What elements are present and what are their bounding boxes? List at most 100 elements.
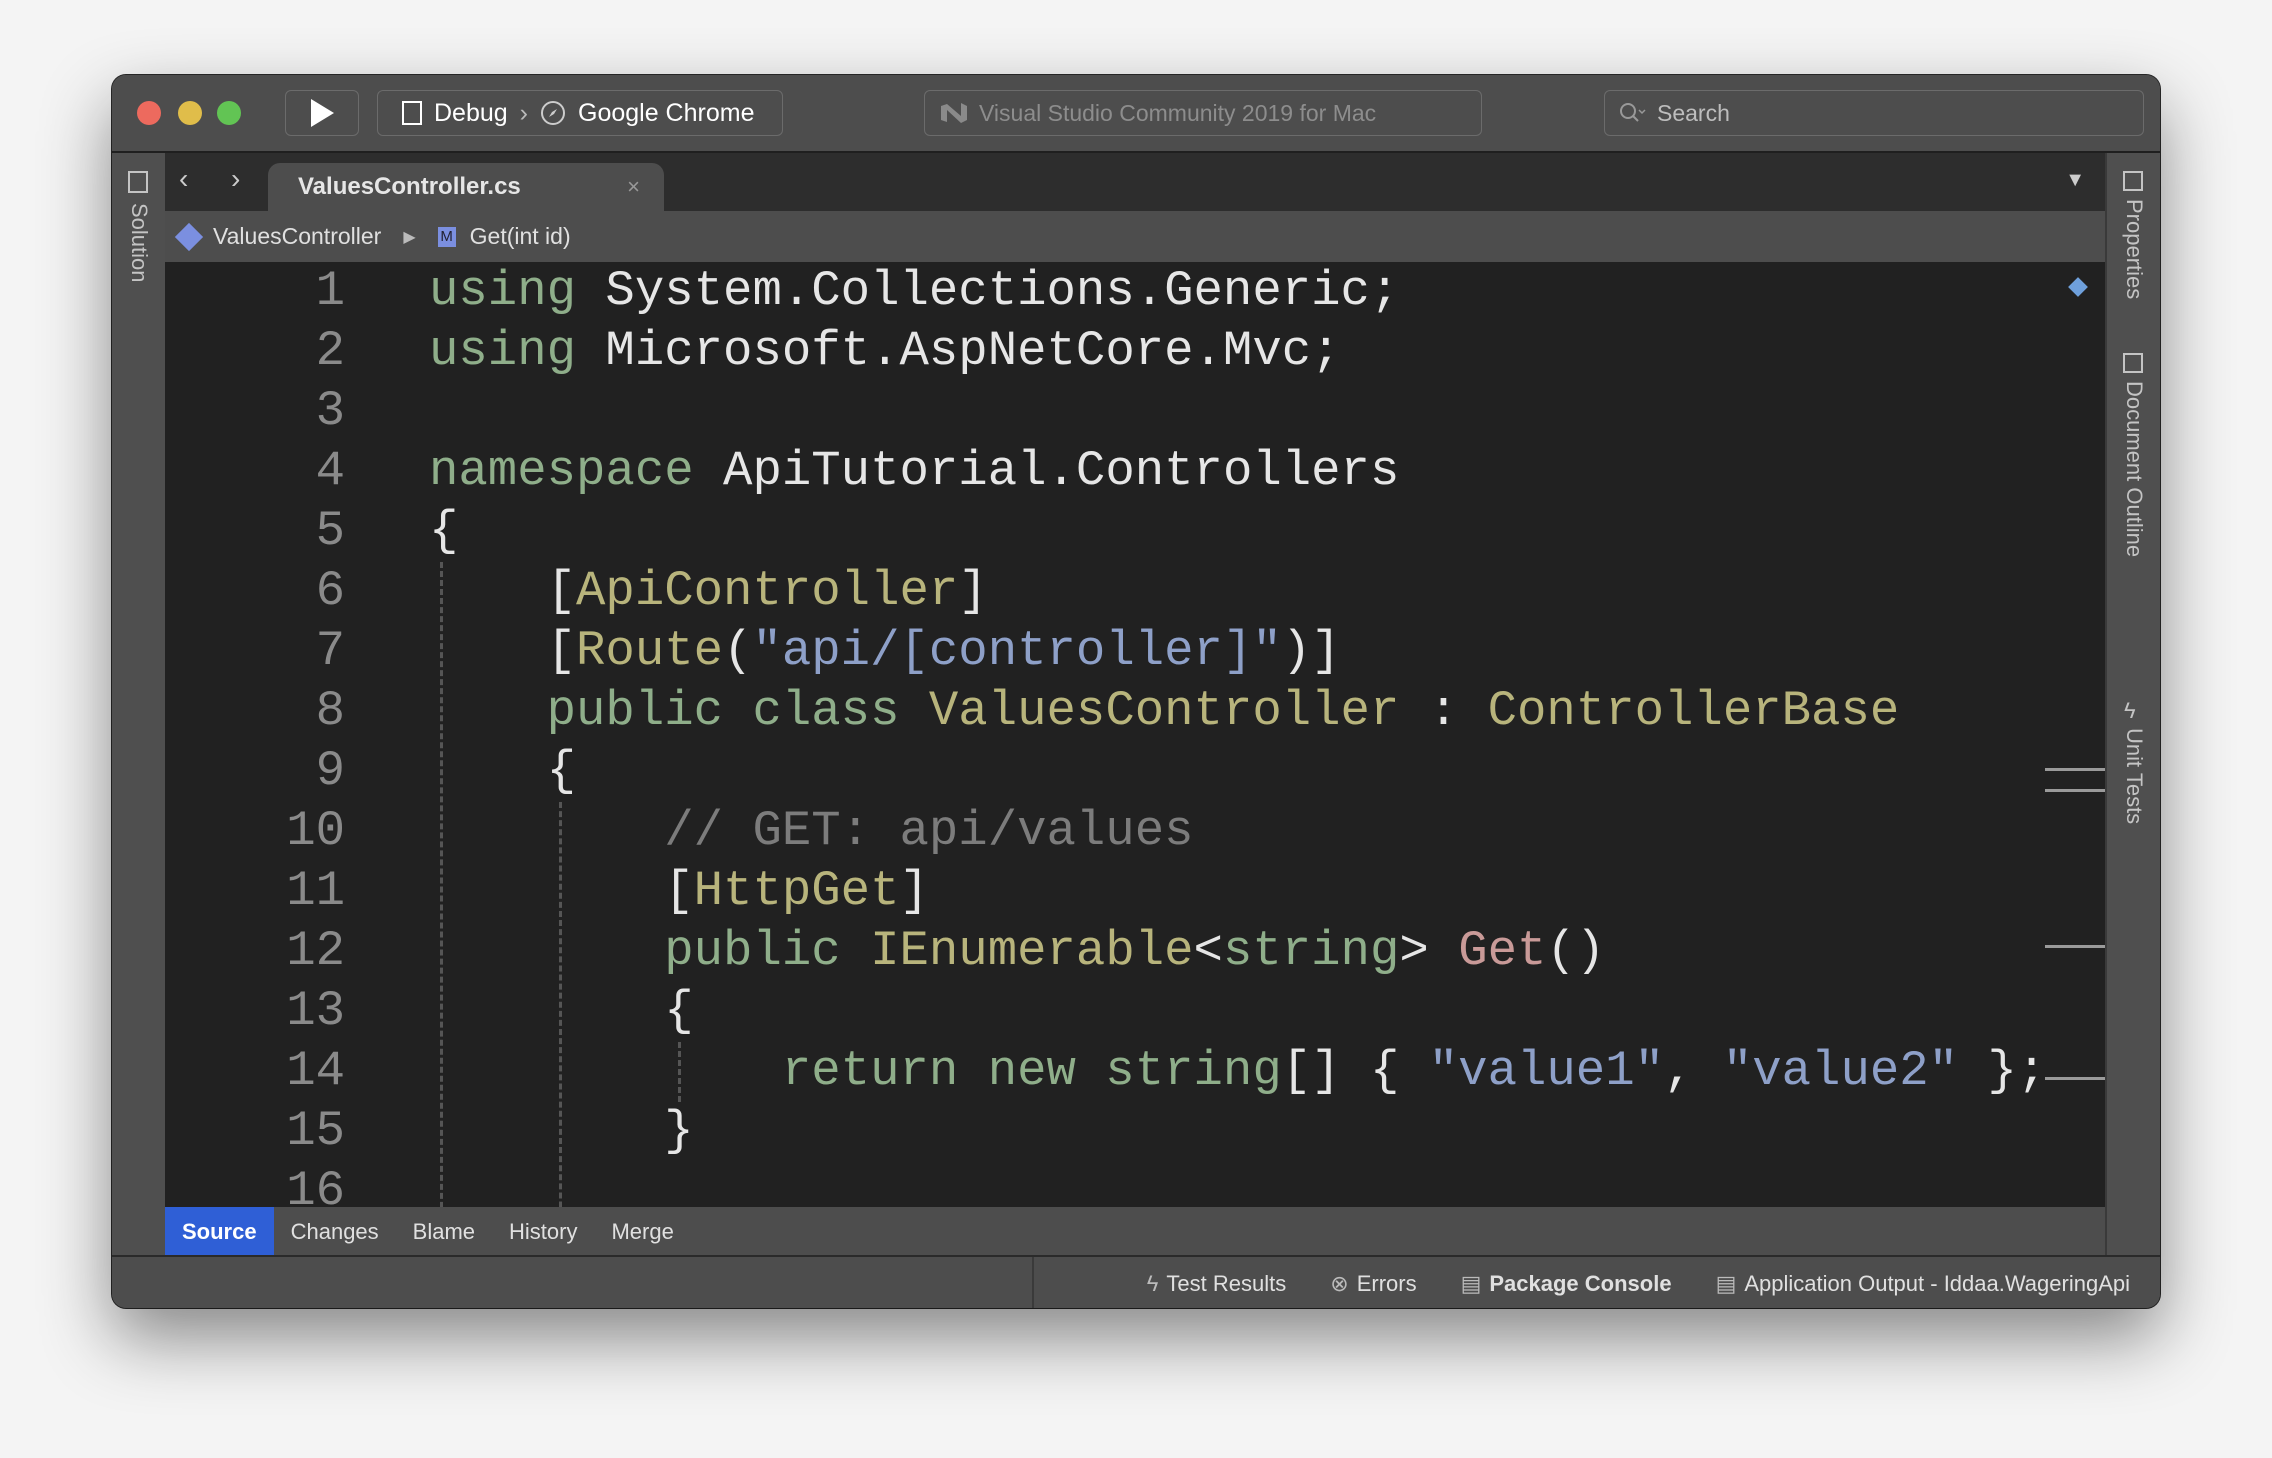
status-item-test[interactable]: ϟ Test Results <box>1147 1271 1286 1297</box>
close-window-button[interactable] <box>137 101 161 125</box>
code-token-plain: , <box>1664 1043 1723 1099</box>
code-token-plain: System.Collections.Generic; <box>576 263 1400 319</box>
bolt-icon: ϟ <box>2124 698 2136 723</box>
code-token-plain: > <box>1399 923 1459 979</box>
code-line: 7 [Route("api/[controller]")] <box>165 621 2105 681</box>
code-line: 11 [HttpGet] <box>165 861 2105 921</box>
code-token-plain: { <box>429 503 459 559</box>
line-number: 15 <box>286 1103 345 1159</box>
run-configuration-selector[interactable]: Debug › Google Chrome <box>377 90 783 136</box>
tab-label: ValuesController.cs <box>298 173 521 200</box>
code-line: 8 public class ValuesController : Contro… <box>165 681 2105 741</box>
view-tab-source[interactable]: Source <box>165 1207 274 1256</box>
console-icon: ▤ <box>1715 1270 1737 1296</box>
code-line: 15 } <box>165 1101 2105 1161</box>
sidebar-item-document-outline[interactable]: Document Outline <box>2121 381 2147 557</box>
code-token-string: "api/[controller]" <box>752 623 1282 679</box>
code-token-plain: ] <box>899 863 929 919</box>
run-button[interactable] <box>285 90 359 136</box>
code-token-plain: )] <box>1281 623 1341 679</box>
status-item-label: Package Console <box>1489 1270 1672 1296</box>
line-number: 6 <box>315 563 345 619</box>
code-token-plain: [ <box>429 623 577 679</box>
code-line: 16 <box>165 1161 2105 1207</box>
code-text: [ApiController] <box>429 561 988 621</box>
play-icon <box>311 99 334 127</box>
app-status-box: Visual Studio Community 2019 for Mac <box>924 90 1482 136</box>
tab-valuescontroller[interactable]: ValuesController.cs × <box>268 163 664 211</box>
code-token-plain: [ <box>429 563 577 619</box>
code-text: public class ValuesController : Controll… <box>429 681 1900 741</box>
code-line: 5{ <box>165 501 2105 561</box>
code-text: using Microsoft.AspNetCore.Mvc; <box>429 321 1341 381</box>
target-label: Google Chrome <box>578 98 755 127</box>
tab-overflow-dropdown-icon[interactable]: ▼ <box>2065 169 2085 192</box>
search-input[interactable]: Search <box>1604 90 2144 136</box>
code-token-keyword: return new string <box>429 1043 1282 1099</box>
code-token-keyword: public <box>429 923 871 979</box>
code-line: 13 { <box>165 981 2105 1041</box>
status-item-errors[interactable]: ⊗ Errors <box>1330 1271 1416 1297</box>
code-token-plain: < <box>1193 923 1223 979</box>
compass-icon <box>541 101 565 125</box>
minimize-window-button[interactable] <box>178 101 202 125</box>
code-text: } <box>429 1101 694 1161</box>
error-icon: ⊗ <box>1330 1270 1349 1296</box>
zoom-window-button[interactable] <box>217 101 241 125</box>
line-number: 8 <box>315 683 345 739</box>
properties-icon <box>2123 171 2143 191</box>
line-number: 7 <box>315 623 345 679</box>
line-number: 14 <box>286 1043 345 1099</box>
sidebar-item-unit-tests[interactable]: Unit Tests <box>2121 728 2147 824</box>
code-token-type: ControllerBase <box>1487 683 1900 739</box>
code-editor[interactable]: 1 using System.Collections.Generic; 2 using… <box>165 262 2105 1207</box>
code-line: 2 using Microsoft.AspNetCore.Mvc; <box>165 321 2105 381</box>
sidebar-item-solution[interactable]: Solution <box>126 203 152 283</box>
code-text: using System.Collections.Generic; <box>429 262 1399 321</box>
status-bar: ϟ Test Results ⊗ Errors ▤ Package Console ▤ App… <box>112 1255 2160 1308</box>
view-tab-blame[interactable]: Blame <box>396 1207 492 1256</box>
console-icon: ▤ <box>1460 1270 1482 1296</box>
code-token-plain: ] <box>958 563 988 619</box>
chevron-right-icon: › <box>519 98 528 127</box>
breadcrumb: ValuesController ▶ M Get(int id) <box>165 211 2105 262</box>
code-token-plain: }; <box>1958 1043 2047 1099</box>
breadcrumb-class[interactable]: ValuesController <box>213 223 381 250</box>
titlebar: Debug › Google Chrome Visual Studio Comm… <box>112 75 2160 153</box>
code-token-type: ApiController <box>576 563 959 619</box>
code-token-plain: } <box>429 1103 694 1159</box>
code-token-plain: ApiTutorial.Controllers <box>693 443 1400 499</box>
code-line: 6 [ApiController] <box>165 561 2105 621</box>
solution-icon <box>128 171 148 193</box>
status-item-label: Errors <box>1356 1270 1417 1296</box>
code-line: 10 // GET: api/values <box>165 801 2105 861</box>
close-tab-icon[interactable]: × <box>627 174 640 200</box>
code-token-string: "value1" <box>1428 1043 1665 1099</box>
code-token-keyword: public class <box>429 683 929 739</box>
view-tab-merge[interactable]: Merge <box>594 1207 690 1256</box>
view-tab-history[interactable]: History <box>492 1207 594 1256</box>
code-text: namespace ApiTutorial.Controllers <box>429 441 1399 501</box>
status-item-application[interactable]: ▤ Application Output - Iddaa.WageringApi <box>1716 1271 2130 1297</box>
right-sidebar: Properties Document Outline ϟ Unit Tests <box>2105 153 2160 1255</box>
config-label: Debug <box>434 98 508 127</box>
line-number: 9 <box>315 743 345 799</box>
view-tab-changes[interactable]: Changes <box>274 1207 396 1256</box>
left-sidebar: Solution <box>112 153 166 1255</box>
code-token-plain: [] { <box>1281 1043 1429 1099</box>
code-token-type: HttpGet <box>693 863 900 919</box>
code-token-string: "value2" <box>1722 1043 1959 1099</box>
line-number: 13 <box>286 983 345 1039</box>
sidebar-item-properties[interactable]: Properties <box>2121 199 2147 299</box>
code-line: 4 namespace ApiTutorial.Controllers <box>165 441 2105 501</box>
line-number: 12 <box>286 923 345 979</box>
code-token-plain: { <box>429 743 577 799</box>
status-item-package[interactable]: ▤ Package Console <box>1461 1271 1672 1297</box>
back-button[interactable]: ‹ <box>179 163 188 195</box>
line-number: 11 <box>286 863 345 919</box>
forward-button[interactable]: › <box>231 163 240 195</box>
class-icon <box>174 222 204 251</box>
tab-bar: ‹ › ValuesController.cs × ▼ <box>165 153 2105 211</box>
breadcrumb-method[interactable]: Get(int id) <box>470 223 571 250</box>
code-line: 3 <box>165 381 2105 441</box>
